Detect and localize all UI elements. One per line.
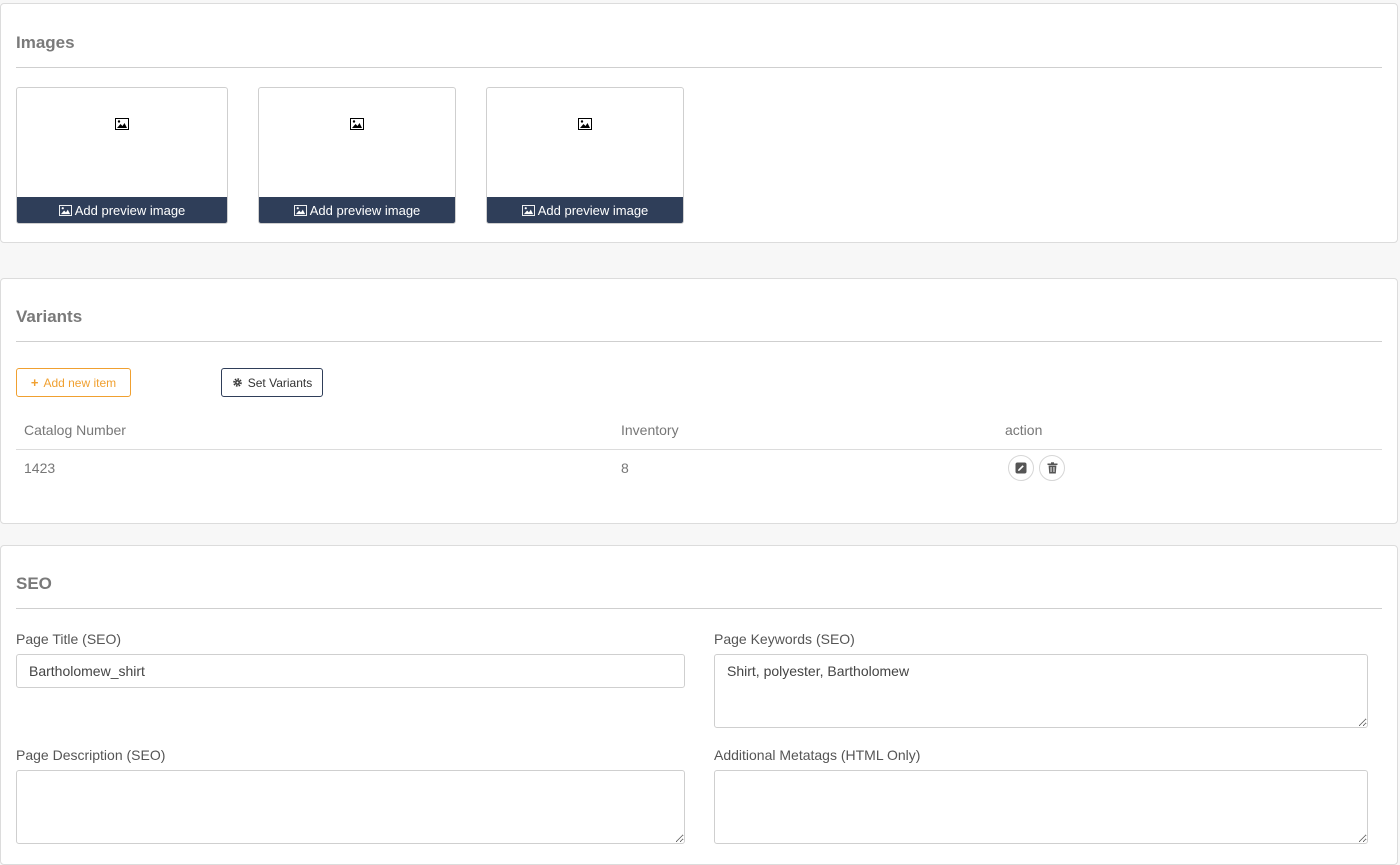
- seo-panel: SEO Page Title (SEO) Page Keywords (SEO)…: [0, 545, 1398, 865]
- page-title-input[interactable]: [16, 654, 685, 688]
- page-keywords-label: Page Keywords (SEO): [714, 631, 855, 647]
- gear-icon: [232, 378, 242, 387]
- seo-title: SEO: [16, 574, 52, 593]
- delete-button[interactable]: [1039, 455, 1065, 481]
- variants-title: Variants: [16, 307, 83, 326]
- page-description-textarea[interactable]: [16, 770, 685, 844]
- edit-icon: [1015, 462, 1028, 475]
- add-preview-image-button[interactable]: Add preview image: [17, 197, 227, 223]
- catalog-number-cell: 1423: [24, 460, 56, 476]
- seo-divider: [16, 608, 1382, 609]
- image-tile-3: Add preview image: [486, 87, 684, 224]
- page-keywords-textarea[interactable]: Shirt, polyester, Bartholomew: [714, 654, 1368, 728]
- inventory-cell: 8: [621, 460, 629, 476]
- add-preview-image-label: Add preview image: [537, 202, 649, 218]
- image-tile-1: Add preview image: [16, 87, 228, 224]
- additional-metatags-label: Additional Metatags (HTML Only): [714, 747, 921, 763]
- image-icon: [521, 204, 535, 216]
- add-preview-image-button[interactable]: Add preview image: [259, 197, 455, 223]
- column-header-action: action: [1005, 422, 1043, 438]
- add-preview-image-button[interactable]: Add preview image: [487, 197, 683, 223]
- set-variants-button[interactable]: Set Variants: [221, 368, 323, 397]
- add-new-item-button[interactable]: + Add new item: [16, 368, 131, 397]
- page-title-label: Page Title (SEO): [16, 631, 122, 647]
- edit-button[interactable]: [1008, 455, 1034, 481]
- image-placeholder-icon: [350, 118, 364, 130]
- image-icon: [58, 204, 72, 216]
- image-placeholder-icon: [578, 118, 592, 130]
- image-icon: [293, 204, 307, 216]
- page-description-label: Page Description (SEO): [16, 747, 166, 763]
- add-new-item-label: Add new item: [43, 375, 117, 390]
- image-placeholder-icon: [115, 118, 129, 130]
- add-preview-image-label: Add preview image: [309, 202, 421, 218]
- column-header-catalog-number: Catalog Number: [24, 422, 126, 438]
- images-panel: Images Add preview image Add preview ima…: [0, 3, 1398, 243]
- add-preview-image-label: Add preview image: [74, 202, 186, 218]
- images-divider: [16, 67, 1382, 68]
- variants-divider: [16, 341, 1382, 342]
- trash-icon: [1046, 462, 1059, 475]
- plus-icon: +: [30, 375, 39, 390]
- variants-panel: Variants + Add new item Set Variants Cat…: [0, 278, 1398, 524]
- additional-metatags-textarea[interactable]: [714, 770, 1368, 844]
- table-header-divider: [16, 449, 1382, 450]
- column-header-inventory: Inventory: [621, 422, 679, 438]
- image-tile-2: Add preview image: [258, 87, 456, 224]
- images-title: Images: [16, 33, 75, 52]
- set-variants-label: Set Variants: [247, 375, 313, 390]
